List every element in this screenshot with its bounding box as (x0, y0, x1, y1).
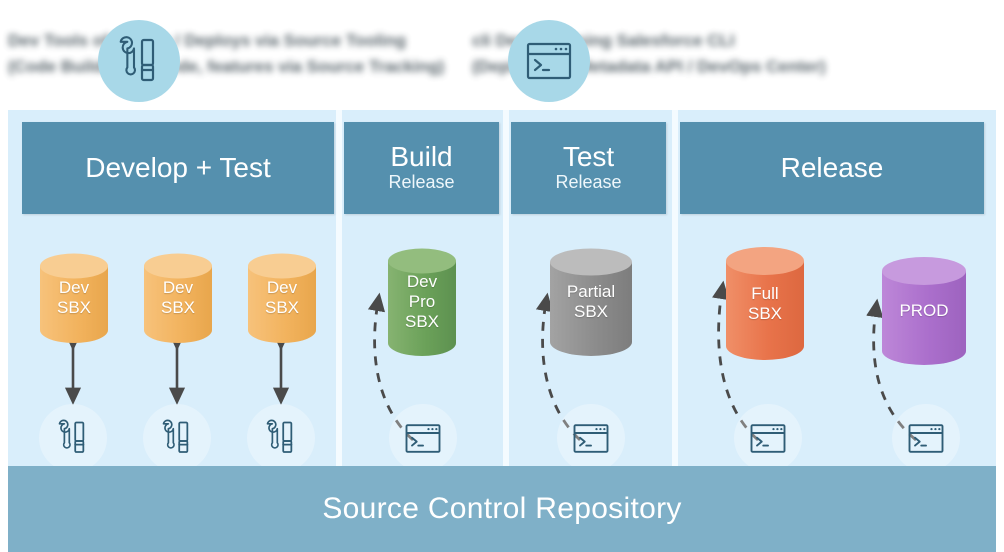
diagram-canvas: Dev Tools of Choice / Deploys via Source… (0, 0, 1004, 552)
legend-line-2: (Code Builder, VS Code, features via Sou… (8, 57, 445, 76)
stage-header-develop-test[interactable]: Develop + Test (22, 122, 334, 214)
source-control-band: Source Control Repository (8, 466, 996, 552)
tools-icon-1[interactable] (39, 404, 107, 472)
env-dev-sbx-3[interactable]: Dev SBX (246, 252, 318, 344)
tools-icon-2[interactable] (143, 404, 211, 472)
cli-icon-1[interactable] (389, 404, 457, 472)
column-divider-1 (336, 110, 342, 510)
env-partial-sbx[interactable]: Partial SBX (548, 247, 634, 357)
stage-header-build[interactable]: Build Release (344, 122, 499, 214)
stage-header-test[interactable]: Test Release (511, 122, 666, 214)
stage-title: Develop + Test (85, 152, 271, 184)
column-divider-3 (672, 110, 678, 510)
column-divider-2 (503, 110, 509, 510)
source-control-label: Source Control Repository (322, 492, 682, 525)
lifecycle-panel: Develop + Test Build Release Test Releas… (8, 110, 996, 552)
cli-terminal-icon (508, 20, 590, 102)
stage-title: Build (390, 141, 453, 173)
env-dev-sbx-2[interactable]: Dev SBX (142, 252, 214, 344)
env-prod[interactable]: PROD (880, 255, 968, 367)
stage-subtitle: Release (555, 172, 622, 193)
tools-icon (98, 20, 180, 102)
legend-line-1: Dev Tools of Choice / Deploys via Source… (8, 31, 406, 50)
cli-icon-3[interactable] (734, 404, 802, 472)
env-full-sbx[interactable]: Full SBX (724, 245, 806, 362)
env-dev-pro-sbx[interactable]: Dev Pro SBX (386, 247, 458, 357)
cli-icon-4[interactable] (892, 404, 960, 472)
stage-subtitle: Release (388, 172, 455, 193)
legend: Dev Tools of Choice / Deploys via Source… (0, 0, 1004, 110)
stage-header-release[interactable]: Release (680, 122, 984, 214)
env-dev-sbx-1[interactable]: Dev SBX (38, 252, 110, 344)
stage-title: Release (780, 152, 884, 184)
cli-icon-2[interactable] (557, 404, 625, 472)
tools-icon-3[interactable] (247, 404, 315, 472)
stage-title: Test (562, 141, 615, 173)
